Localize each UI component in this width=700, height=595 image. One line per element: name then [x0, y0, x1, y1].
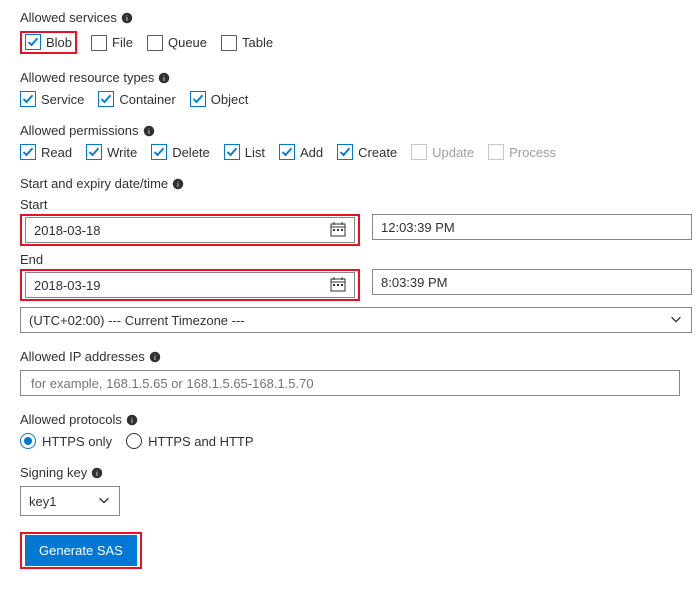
info-icon[interactable]: i — [121, 12, 133, 24]
end-date-value: 2018-03-19 — [34, 278, 101, 293]
end-label: End — [20, 252, 360, 267]
checkbox-label: Queue — [168, 35, 207, 50]
checkbox-label: Update — [432, 145, 474, 160]
resource-types-title: Allowed resource types — [20, 70, 154, 85]
checkbox-label: Write — [107, 145, 137, 160]
check-icon — [20, 91, 36, 107]
checkbox-update: Update — [411, 144, 474, 160]
checkbox-label: Delete — [172, 145, 210, 160]
checkbox-write[interactable]: Write — [86, 144, 137, 160]
protocols-title: Allowed protocols — [20, 412, 122, 427]
checkbox-create[interactable]: Create — [337, 144, 397, 160]
check-icon — [279, 144, 295, 160]
ip-input-field[interactable] — [29, 375, 671, 392]
highlight-blob: Blob — [20, 31, 77, 54]
checkbox-label: Service — [41, 92, 84, 107]
checkbox-delete[interactable]: Delete — [151, 144, 210, 160]
signing-title: Signing key — [20, 465, 87, 480]
check-icon — [98, 91, 114, 107]
signing-key-select[interactable]: key1 — [20, 486, 120, 516]
check-icon — [147, 35, 163, 51]
highlight-start-date: 2018-03-18 — [20, 214, 360, 246]
timezone-select[interactable]: (UTC+02:00) --- Current Timezone --- — [20, 307, 692, 333]
start-date-input[interactable]: 2018-03-18 — [25, 217, 355, 243]
info-icon[interactable]: i — [172, 178, 184, 190]
timezone-value: (UTC+02:00) --- Current Timezone --- — [29, 313, 245, 328]
checkbox-container[interactable]: Container — [98, 91, 175, 107]
checkbox-label: Blob — [46, 35, 72, 50]
radio-https-http[interactable]: HTTPS and HTTP — [126, 433, 253, 449]
radio-icon — [126, 433, 142, 449]
check-icon — [224, 144, 240, 160]
info-icon[interactable]: i — [126, 414, 138, 426]
check-icon — [488, 144, 504, 160]
start-time-input[interactable]: 12:03:39 PM — [372, 214, 692, 240]
checkbox-read[interactable]: Read — [20, 144, 72, 160]
radio-label: HTTPS only — [42, 434, 112, 449]
end-time-value: 8:03:39 PM — [381, 275, 448, 290]
start-date-value: 2018-03-18 — [34, 223, 101, 238]
highlight-end-date: 2018-03-19 — [20, 269, 360, 301]
highlight-generate: Generate SAS — [20, 532, 142, 569]
checkbox-label: Read — [41, 145, 72, 160]
checkbox-object[interactable]: Object — [190, 91, 249, 107]
signing-key-value: key1 — [29, 494, 56, 509]
check-icon — [190, 91, 206, 107]
check-icon — [86, 144, 102, 160]
checkbox-add[interactable]: Add — [279, 144, 323, 160]
checkbox-queue[interactable]: Queue — [147, 35, 207, 51]
ip-input[interactable] — [20, 370, 680, 396]
check-icon — [221, 35, 237, 51]
checkbox-label: Table — [242, 35, 273, 50]
check-icon — [411, 144, 427, 160]
info-icon[interactable]: i — [149, 351, 161, 363]
checkbox-label: Process — [509, 145, 556, 160]
checkbox-label: Object — [211, 92, 249, 107]
check-icon — [20, 144, 36, 160]
checkbox-label: Container — [119, 92, 175, 107]
start-label: Start — [20, 197, 360, 212]
start-time-value: 12:03:39 PM — [381, 220, 455, 235]
checkbox-file[interactable]: File — [91, 35, 133, 51]
checkbox-label: Add — [300, 145, 323, 160]
calendar-icon[interactable] — [330, 276, 346, 295]
checkbox-service[interactable]: Service — [20, 91, 84, 107]
info-icon[interactable]: i — [143, 125, 155, 137]
generate-sas-button[interactable]: Generate SAS — [25, 535, 137, 566]
chevron-down-icon — [97, 493, 111, 510]
checkbox-process: Process — [488, 144, 556, 160]
allowed-services-title: Allowed services — [20, 10, 117, 25]
info-icon[interactable]: i — [91, 467, 103, 479]
radio-icon — [20, 433, 36, 449]
ip-title: Allowed IP addresses — [20, 349, 145, 364]
checkbox-label: Create — [358, 145, 397, 160]
checkbox-blob[interactable]: Blob — [25, 34, 72, 50]
radio-https-only[interactable]: HTTPS only — [20, 433, 112, 449]
chevron-down-icon — [669, 312, 683, 329]
check-icon — [25, 34, 41, 50]
check-icon — [151, 144, 167, 160]
checkbox-label: List — [245, 145, 265, 160]
datetime-title: Start and expiry date/time — [20, 176, 168, 191]
end-date-input[interactable]: 2018-03-19 — [25, 272, 355, 298]
check-icon — [91, 35, 107, 51]
radio-label: HTTPS and HTTP — [148, 434, 253, 449]
info-icon[interactable]: i — [158, 72, 170, 84]
permissions-title: Allowed permissions — [20, 123, 139, 138]
end-time-input[interactable]: 8:03:39 PM — [372, 269, 692, 295]
checkbox-list[interactable]: List — [224, 144, 265, 160]
calendar-icon[interactable] — [330, 221, 346, 240]
checkbox-label: File — [112, 35, 133, 50]
check-icon — [337, 144, 353, 160]
checkbox-table[interactable]: Table — [221, 35, 273, 51]
